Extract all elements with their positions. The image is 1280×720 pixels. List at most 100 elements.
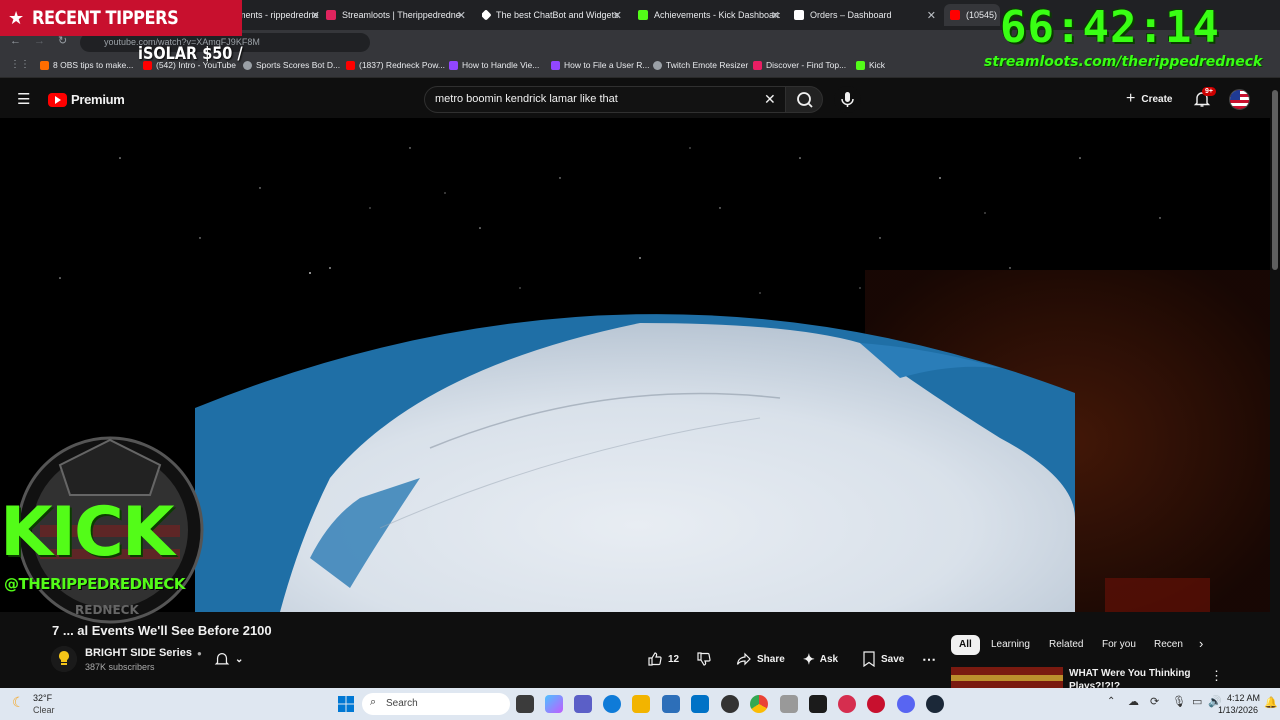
bookmark-item[interactable]: Sports Scores Bot D... bbox=[243, 60, 340, 70]
forward-icon[interactable]: → bbox=[34, 35, 45, 47]
app-icon[interactable] bbox=[838, 695, 856, 713]
tab-label: Streamloots | Therippedredne bbox=[342, 10, 461, 20]
tab-orders[interactable]: Orders – Dashboard ✕ bbox=[794, 4, 936, 26]
file-explorer-icon[interactable] bbox=[632, 695, 650, 713]
windows-icon bbox=[338, 696, 354, 712]
tab-chatbot[interactable]: The best ChatBot and Widgets ✕ bbox=[482, 4, 622, 26]
mic-tray-icon[interactable]: 🎙 bbox=[1172, 695, 1186, 708]
recent-tippers-banner: ★ RECENT TIPPERS bbox=[0, 0, 242, 36]
copilot-icon[interactable] bbox=[545, 695, 563, 713]
microphone-icon bbox=[841, 92, 854, 107]
back-icon[interactable]: ← bbox=[10, 35, 21, 47]
notification-count-badge: 9+ bbox=[1202, 87, 1216, 96]
close-icon[interactable]: ✕ bbox=[457, 9, 466, 22]
app-icon[interactable] bbox=[780, 695, 798, 713]
clear-search-icon[interactable]: ✕ bbox=[764, 91, 776, 108]
teams-icon[interactable] bbox=[574, 695, 592, 713]
chrome-icon[interactable] bbox=[750, 695, 768, 713]
premium-label: Premium bbox=[71, 92, 125, 107]
close-icon[interactable]: ✕ bbox=[311, 9, 320, 22]
up-next-thumbnail[interactable] bbox=[951, 667, 1063, 688]
ask-button[interactable]: ✦ Ask bbox=[803, 648, 838, 670]
thumbs-down-icon bbox=[697, 652, 711, 666]
create-button[interactable]: + Create bbox=[1120, 87, 1180, 111]
bookmark-label: 8 OBS tips to make... bbox=[53, 60, 134, 70]
chip-related[interactable]: Related bbox=[1041, 635, 1091, 655]
store-icon[interactable] bbox=[662, 695, 680, 713]
chevron-right-icon[interactable]: › bbox=[1199, 636, 1203, 651]
sync-icon[interactable]: ⟳ bbox=[1150, 695, 1159, 708]
youtube-logo[interactable]: Premium bbox=[48, 92, 125, 107]
like-button[interactable]: 12 bbox=[647, 648, 679, 670]
create-label: Create bbox=[1141, 93, 1173, 105]
chip-all[interactable]: All bbox=[951, 635, 980, 655]
close-icon[interactable]: ✕ bbox=[613, 9, 622, 22]
weather-temp[interactable]: 32°F bbox=[33, 693, 52, 703]
hamburger-menu-icon[interactable]: ☰ bbox=[17, 90, 30, 108]
taskbar-search[interactable]: ⌕ Search bbox=[362, 693, 510, 715]
orders-icon bbox=[794, 10, 804, 20]
share-label: Share bbox=[757, 653, 785, 665]
chip-for-you[interactable]: For you bbox=[1094, 635, 1144, 655]
terminal-icon[interactable] bbox=[809, 695, 827, 713]
share-button[interactable]: Share bbox=[736, 648, 785, 670]
clock-time[interactable]: 4:12 AM bbox=[1227, 693, 1260, 703]
close-icon[interactable]: ✕ bbox=[771, 9, 780, 22]
dislike-button[interactable] bbox=[696, 648, 712, 670]
outlook-icon[interactable] bbox=[691, 695, 709, 713]
streamloots-icon bbox=[326, 10, 336, 20]
save-icon bbox=[863, 651, 875, 667]
chevron-up-icon[interactable]: ⌃ bbox=[1107, 696, 1115, 707]
search-button[interactable] bbox=[785, 86, 823, 113]
bookmark-label: Sports Scores Bot D... bbox=[256, 60, 341, 70]
notification-center-icon[interactable]: 🔔 bbox=[1264, 696, 1278, 709]
bookmark-item[interactable]: Twitch Emote Resizer bbox=[653, 60, 748, 70]
voice-search-button[interactable] bbox=[834, 86, 861, 113]
share-icon bbox=[736, 652, 751, 666]
chip-recent[interactable]: Recen bbox=[1146, 635, 1186, 655]
weather-moon-icon[interactable]: ☾ bbox=[12, 694, 25, 711]
clock-date: 1/13/2026 bbox=[1218, 705, 1259, 715]
obs-icon[interactable] bbox=[721, 695, 739, 713]
bookmark-item[interactable]: (1837) Redneck Pow... bbox=[346, 60, 445, 70]
redneck-label: REDNECK bbox=[75, 603, 139, 617]
discord-icon[interactable] bbox=[897, 695, 915, 713]
account-avatar[interactable] bbox=[1229, 89, 1250, 110]
apps-grid-icon[interactable]: ⋮⋮ bbox=[10, 59, 30, 70]
chevron-down-icon: ⌄ bbox=[235, 653, 244, 665]
page-scrollbar[interactable] bbox=[1272, 90, 1278, 270]
network-icon[interactable]: ▭ bbox=[1192, 695, 1202, 708]
kick-icon bbox=[856, 60, 865, 70]
stream-timer: 66:42:14 bbox=[1000, 2, 1220, 53]
up-next-title[interactable]: WHAT Were You Thinking bbox=[1069, 668, 1190, 679]
bookmark-item[interactable]: How to File a User R... bbox=[551, 60, 650, 70]
save-label: Save bbox=[881, 653, 905, 665]
steam-icon[interactable] bbox=[926, 695, 944, 713]
start-button[interactable] bbox=[338, 696, 354, 712]
globe-icon bbox=[243, 60, 252, 70]
edge-icon[interactable] bbox=[603, 695, 621, 713]
bookmark-item[interactable]: Discover - Find Top... bbox=[753, 60, 846, 70]
bookmark-item[interactable]: How to Handle Vie... bbox=[449, 60, 539, 70]
task-view-icon[interactable] bbox=[516, 695, 534, 713]
bookmark-item[interactable]: 8 OBS tips to make... bbox=[40, 60, 133, 70]
plus-icon: + bbox=[1126, 90, 1136, 107]
tab-label: The best ChatBot and Widgets bbox=[496, 10, 619, 20]
bookmark-item[interactable]: Kick bbox=[856, 60, 885, 70]
streamloots-url: streamloots.com/therippedredneck bbox=[984, 54, 1263, 70]
search-query: metro boomin kendrick lamar like that bbox=[435, 93, 618, 105]
more-actions-icon[interactable]: ⋯ bbox=[922, 648, 936, 670]
ask-label: Ask bbox=[819, 653, 839, 665]
more-vert-icon[interactable]: ⋮ bbox=[1210, 668, 1223, 684]
tab-streamloots[interactable]: Streamloots | Therippedredne ✕ bbox=[326, 4, 466, 26]
close-icon[interactable]: ✕ bbox=[927, 9, 936, 22]
search-label: Search bbox=[386, 698, 418, 709]
app-icon[interactable] bbox=[867, 695, 885, 713]
tray-icon[interactable]: ☁ bbox=[1128, 695, 1139, 708]
search-input[interactable]: metro boomin kendrick lamar like that bbox=[424, 86, 786, 113]
tab-youtube-active[interactable]: (10545) 7 R... bbox=[944, 4, 1000, 26]
tab-kick-achievements[interactable]: Achievements - Kick Dashboard ✕ bbox=[638, 4, 780, 26]
chip-learning[interactable]: Learning bbox=[983, 635, 1038, 655]
save-button[interactable]: Save bbox=[862, 648, 904, 670]
notifications-button[interactable]: 9+ bbox=[1193, 87, 1216, 110]
